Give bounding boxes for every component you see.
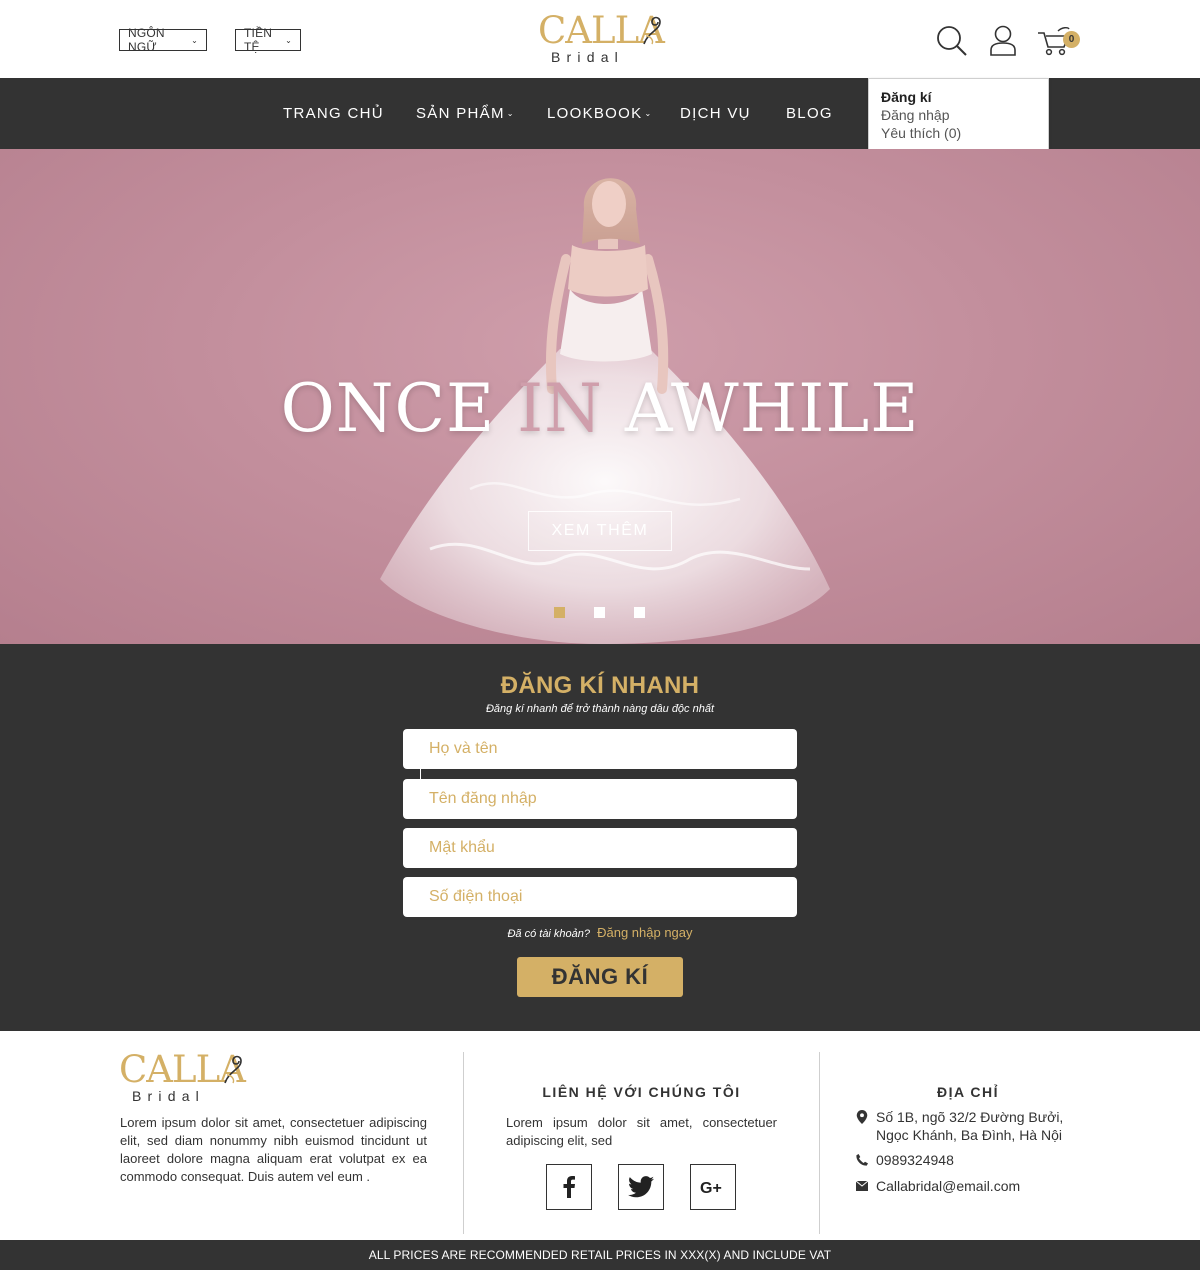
search-icon[interactable] bbox=[936, 25, 968, 57]
currency-select[interactable]: TIỀN TỆ ⌄ bbox=[235, 26, 301, 54]
address-line1: Số 1B, ngõ 32/2 Đường Bưởi, bbox=[876, 1109, 1064, 1125]
map-pin-icon bbox=[856, 1110, 868, 1124]
address-row: Số 1B, ngõ 32/2 Đường Bưởi, Ngọc Khánh, … bbox=[856, 1108, 1080, 1144]
footer: CALLA Bridal Lorem ipsum dolor sit amet,… bbox=[0, 1031, 1200, 1240]
phone-row: 0989324948 bbox=[856, 1151, 1080, 1169]
facebook-icon bbox=[563, 1176, 575, 1198]
currency-select-label: TIỀN TỆ bbox=[244, 26, 273, 54]
see-more-button[interactable]: XEM THÊM bbox=[528, 511, 672, 551]
google-plus-button[interactable]: G+ bbox=[690, 1164, 736, 1210]
top-header: NGÔN NGỮ ⌄ TIỀN TỆ ⌄ CALLA Bridal 0 bbox=[0, 0, 1200, 78]
account-dropdown: Đăng kí Đăng nhập Yêu thích (0) bbox=[868, 78, 1049, 153]
hero-title-accent: IN bbox=[517, 370, 603, 447]
nav-item-label: DỊCH VỤ bbox=[680, 105, 751, 122]
bottom-bar: ALL PRICES ARE RECOMMENDED RETAIL PRICES… bbox=[0, 1240, 1200, 1270]
nav-item-label: SẢN PHẨM bbox=[416, 105, 505, 122]
address-heading: ĐỊA CHỈ bbox=[936, 1084, 1000, 1100]
email-address[interactable]: Callabridal@email.com bbox=[876, 1177, 1020, 1195]
dropdown-item-wishlist[interactable]: Yêu thích (0) bbox=[881, 124, 1036, 142]
email-row: Callabridal@email.com bbox=[856, 1177, 1080, 1195]
price-disclaimer: ALL PRICES ARE RECOMMENDED RETAIL PRICES… bbox=[368, 1248, 832, 1262]
footer-divider bbox=[819, 1052, 820, 1234]
chevron-down-icon: ⌄ bbox=[191, 35, 198, 45]
logo-subtitle: Bridal bbox=[132, 1088, 205, 1104]
quick-register-subtitle: Đăng kí nhanh để trở thành nàng dâu độc … bbox=[485, 703, 715, 715]
nav-item-products[interactable]: SẢN PHẨM ⌄ bbox=[416, 104, 515, 124]
have-account-text: Đã có tài khoản? bbox=[507, 928, 591, 940]
username-field[interactable] bbox=[403, 779, 797, 819]
slider-dot-1[interactable] bbox=[554, 607, 565, 618]
brand-logo[interactable]: CALLA Bridal bbox=[538, 12, 665, 66]
register-button[interactable]: ĐĂNG KÍ bbox=[517, 957, 683, 997]
footer-logo[interactable]: CALLA Bridal bbox=[119, 1051, 246, 1105]
quick-register-title: ĐĂNG KÍ NHANH bbox=[500, 672, 700, 699]
hero-title: ONCE IN AWHILE bbox=[0, 374, 1200, 444]
language-select[interactable]: NGÔN NGỮ ⌄ bbox=[119, 26, 207, 54]
nav-item-home[interactable]: TRANG CHỦ bbox=[283, 104, 384, 124]
svg-text:G+: G+ bbox=[700, 1180, 722, 1196]
nav-item-label: BLOG bbox=[786, 105, 833, 122]
about-text: Lorem ipsum dolor sit amet, consectetuer… bbox=[120, 1115, 427, 1184]
nav-item-services[interactable]: DỊCH VỤ bbox=[680, 104, 751, 124]
twitter-button[interactable] bbox=[618, 1164, 664, 1210]
language-select-label: NGÔN NGỮ bbox=[128, 26, 165, 54]
phone-number[interactable]: 0989324948 bbox=[876, 1151, 954, 1169]
contact-heading: LIÊN HỆ VỚI CHÚNG TÔI bbox=[542, 1084, 741, 1100]
mail-icon bbox=[856, 1181, 868, 1191]
quick-register-section: ĐĂNG KÍ NHANH Đăng kí nhanh để trở thành… bbox=[0, 644, 1200, 1031]
user-account-icon[interactable] bbox=[988, 25, 1018, 57]
hero-title-part2: AWHILE bbox=[602, 370, 920, 447]
google-plus-icon: G+ bbox=[700, 1180, 722, 1196]
dropdown-item-login[interactable]: Đăng nhập bbox=[881, 106, 1036, 124]
logo-swirl-icon bbox=[224, 1055, 242, 1084]
chevron-down-icon: ⌄ bbox=[644, 109, 653, 119]
address-line2: Ngọc Khánh, Ba Đình, Hà Nội bbox=[876, 1127, 1062, 1143]
hero-title-part1: ONCE bbox=[280, 370, 518, 447]
chevron-down-icon: ⌄ bbox=[285, 35, 292, 45]
facebook-button[interactable] bbox=[546, 1164, 592, 1210]
slider-dot-2[interactable] bbox=[594, 607, 605, 618]
hero-banner: ONCE IN AWHILE XEM THÊM bbox=[0, 149, 1200, 644]
chevron-down-icon: ⌄ bbox=[506, 109, 515, 119]
dropdown-item-register[interactable]: Đăng kí bbox=[881, 88, 1036, 106]
password-field[interactable] bbox=[403, 828, 797, 868]
nav-item-label: LOOKBOOK bbox=[547, 105, 643, 122]
footer-divider bbox=[463, 1052, 464, 1234]
cart-count-badge: 0 bbox=[1063, 31, 1080, 48]
nav-item-label: TRANG CHỦ bbox=[283, 105, 384, 122]
full-name-field[interactable] bbox=[403, 729, 797, 769]
phone-icon bbox=[856, 1154, 868, 1166]
nav-item-blog[interactable]: BLOG bbox=[786, 104, 833, 124]
login-now-link[interactable]: Đăng nhập ngay bbox=[597, 925, 692, 940]
nav-item-lookbook[interactable]: LOOKBOOK ⌄ bbox=[547, 104, 652, 124]
contact-text: Lorem ipsum dolor sit amet, consectetuer… bbox=[506, 1115, 777, 1148]
have-account-row: Đã có tài khoản? Đăng nhập ngay bbox=[0, 925, 1200, 940]
twitter-icon bbox=[628, 1176, 654, 1198]
phone-field[interactable] bbox=[403, 877, 797, 917]
logo-subtitle: Bridal bbox=[551, 49, 624, 65]
slider-dot-3[interactable] bbox=[634, 607, 645, 618]
logo-swirl-icon bbox=[643, 16, 661, 45]
